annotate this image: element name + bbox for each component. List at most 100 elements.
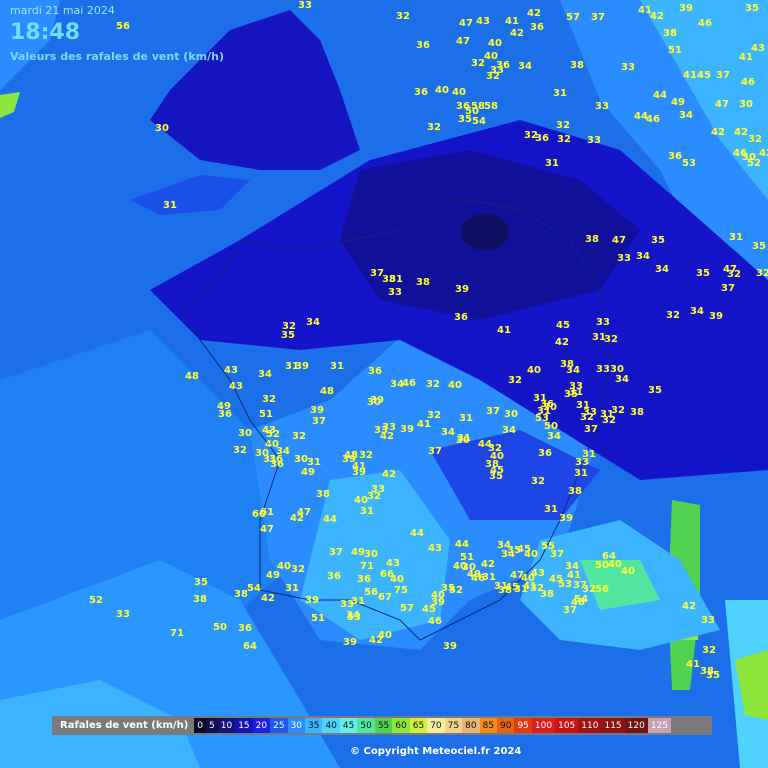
station-value: 40 bbox=[448, 380, 462, 391]
station-value: 66 bbox=[380, 569, 394, 580]
station-value: 40 bbox=[452, 87, 466, 98]
station-value: 34 bbox=[518, 61, 532, 72]
legend-step-40: 40 bbox=[322, 718, 340, 733]
station-value: 36 bbox=[357, 574, 371, 585]
wind-gust-map: mardi 21 mai 2024 18:48 Valeurs des rafa… bbox=[0, 0, 768, 768]
station-value: 58 bbox=[484, 101, 498, 112]
station-value: 39 bbox=[455, 284, 469, 295]
station-value: 42 bbox=[380, 431, 394, 442]
station-value: 40 bbox=[354, 495, 368, 506]
station-value: 38 bbox=[568, 486, 582, 497]
station-value: 32 bbox=[292, 431, 306, 442]
station-value: 38 bbox=[416, 277, 430, 288]
station-value: 64 bbox=[243, 641, 257, 652]
station-value: 32 bbox=[427, 122, 441, 133]
station-value: 32 bbox=[524, 130, 538, 141]
station-value: 47 bbox=[459, 18, 473, 29]
station-value: 37 bbox=[716, 70, 730, 81]
station-value: 47 bbox=[723, 264, 737, 275]
station-value: 51 bbox=[668, 45, 682, 56]
legend-title: Rafales de vent (km/h) bbox=[60, 720, 189, 731]
station-value: 34 bbox=[276, 446, 290, 457]
station-value: 44 bbox=[323, 514, 337, 525]
station-value: 36 bbox=[416, 40, 430, 51]
station-value: 34 bbox=[566, 365, 580, 376]
station-value: 32 bbox=[557, 134, 571, 145]
station-value: 30 bbox=[364, 549, 378, 560]
station-value: 32 bbox=[396, 11, 410, 22]
station-value: 46 bbox=[733, 148, 747, 159]
station-value: 47 bbox=[612, 235, 626, 246]
station-value: 39 bbox=[679, 3, 693, 14]
station-value: 32 bbox=[262, 394, 276, 405]
station-value: 35 bbox=[564, 389, 578, 400]
station-value: 53 bbox=[347, 612, 361, 623]
station-value: 36 bbox=[327, 571, 341, 582]
station-value: 38 bbox=[570, 60, 584, 71]
station-value: 36 bbox=[270, 459, 284, 470]
station-value: 36 bbox=[238, 623, 252, 634]
station-value: 48 bbox=[185, 371, 199, 382]
station-value: 39 bbox=[352, 467, 366, 478]
station-value: 32 bbox=[471, 58, 485, 69]
station-value: 41 bbox=[683, 70, 697, 81]
station-value: 40 bbox=[608, 559, 622, 570]
station-value: 32 bbox=[426, 379, 440, 390]
station-value: 49 bbox=[351, 547, 365, 558]
map-subtitle: Valeurs des rafales de vent (km/h) bbox=[10, 50, 224, 63]
station-value: 46 bbox=[428, 616, 442, 627]
station-value: 47 bbox=[715, 99, 729, 110]
station-value: 37 bbox=[312, 416, 326, 427]
station-value: 48 bbox=[344, 450, 358, 461]
station-value: 52 bbox=[89, 595, 103, 606]
station-value: 45 bbox=[697, 70, 711, 81]
station-value: 43 bbox=[531, 568, 545, 579]
station-value: 43 bbox=[224, 365, 238, 376]
legend-step-70: 70 bbox=[427, 718, 445, 733]
station-value: 38 bbox=[316, 489, 330, 500]
station-value: 34 bbox=[306, 317, 320, 328]
station-value: 31 bbox=[457, 433, 471, 444]
legend-step-20: 20 bbox=[252, 718, 271, 733]
station-value: 39 bbox=[295, 361, 309, 372]
station-value: 71 bbox=[360, 561, 374, 572]
station-value: 35 bbox=[706, 670, 720, 681]
station-value: 31 bbox=[544, 504, 558, 515]
station-value: 39 bbox=[305, 595, 319, 606]
station-value: 35 bbox=[648, 385, 662, 396]
station-value: 42 bbox=[261, 593, 275, 604]
station-value: 35 bbox=[651, 235, 665, 246]
station-value: 41 bbox=[567, 570, 581, 581]
legend-step-90: 90 bbox=[497, 718, 515, 733]
station-value: 36 bbox=[538, 448, 552, 459]
station-value: 56 bbox=[116, 21, 130, 32]
station-value: 41 bbox=[505, 16, 519, 27]
station-value: 30 bbox=[367, 397, 381, 408]
station-value: 44 bbox=[478, 439, 492, 450]
station-value: 46 bbox=[471, 573, 485, 584]
station-value: 46 bbox=[741, 77, 755, 88]
station-value: 38 bbox=[193, 594, 207, 605]
map-time: 18:48 bbox=[10, 20, 81, 45]
station-value: 37 bbox=[584, 424, 598, 435]
station-value: 32 bbox=[611, 405, 625, 416]
legend-step-115: 115 bbox=[601, 718, 625, 733]
legend-step-55: 55 bbox=[374, 718, 393, 733]
station-value: 33 bbox=[587, 135, 601, 146]
station-value: 34 bbox=[441, 427, 455, 438]
station-value: 39 bbox=[709, 311, 723, 322]
station-value: 44 bbox=[455, 539, 469, 550]
station-value: 32 bbox=[508, 375, 522, 386]
station-value: 37 bbox=[486, 406, 500, 417]
station-value: 42 bbox=[527, 8, 541, 19]
station-value: 40 bbox=[488, 38, 502, 49]
station-value: 40 bbox=[621, 566, 635, 577]
station-value: 30 bbox=[739, 99, 753, 110]
station-value: 37 bbox=[721, 283, 735, 294]
station-value: 39 bbox=[443, 641, 457, 652]
station-value: 32 bbox=[233, 445, 247, 456]
station-value: 57 bbox=[400, 603, 414, 614]
station-value: 32 bbox=[531, 476, 545, 487]
station-value: 30 bbox=[294, 454, 308, 465]
station-value: 39 bbox=[310, 405, 324, 416]
